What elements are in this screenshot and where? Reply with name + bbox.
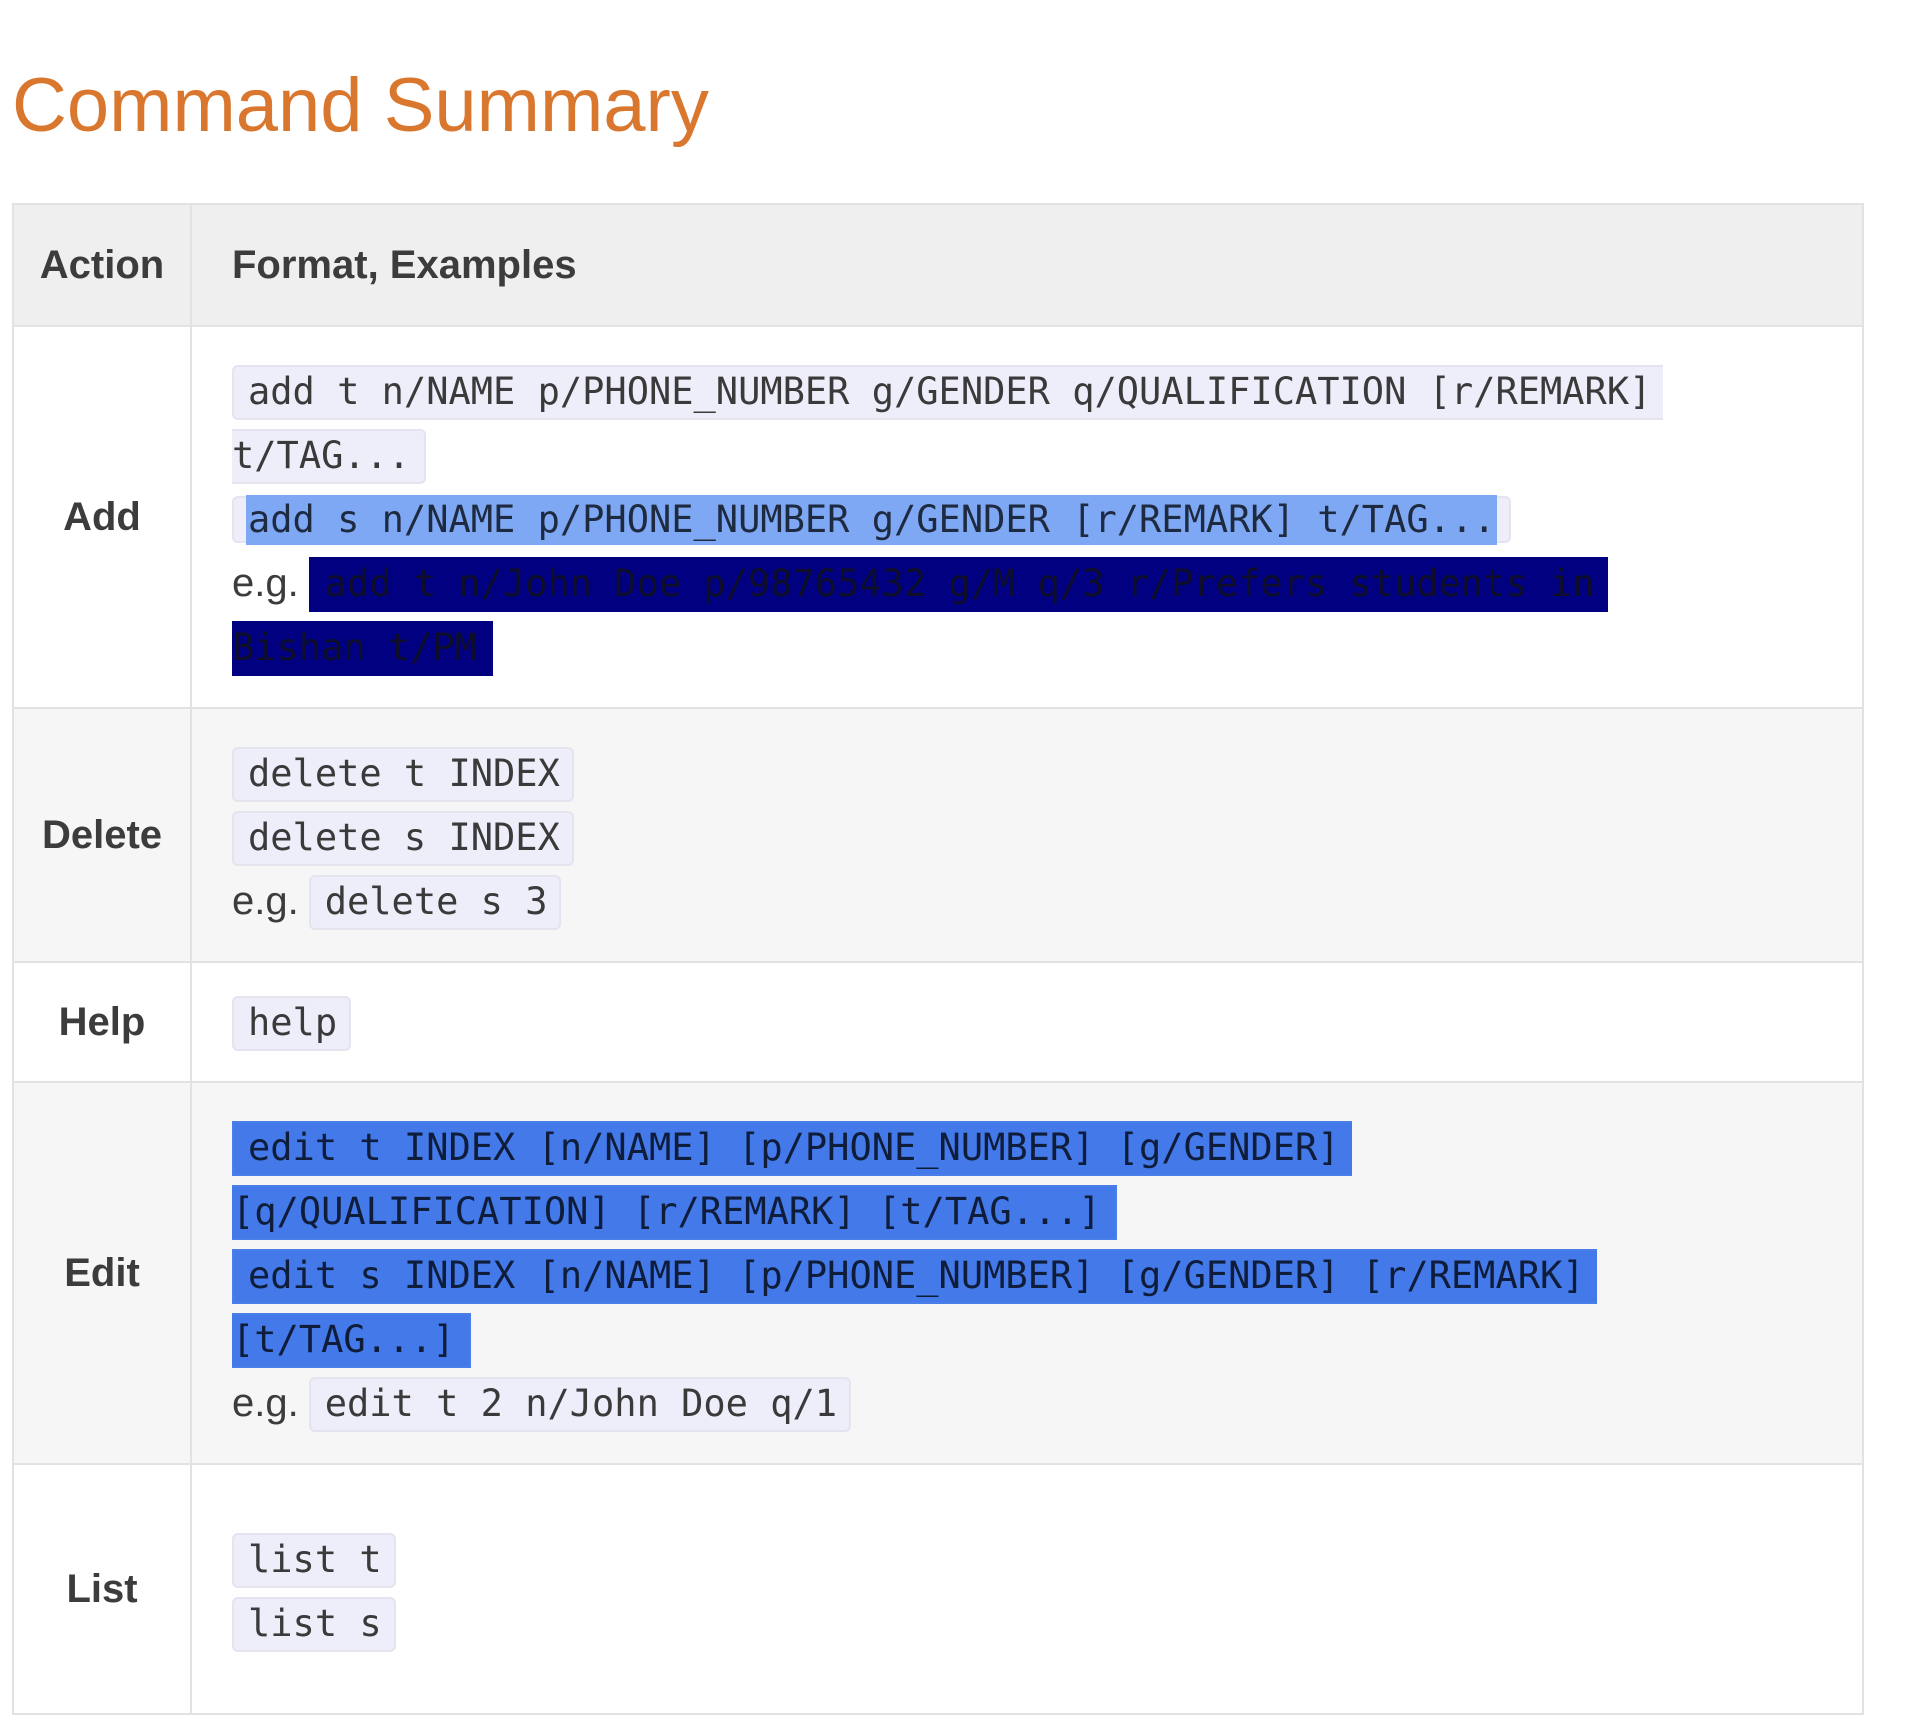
code-edit-teacher-format-cont[interactable]: [q/QUALIFICATION] [r/REMARK] [t/TAG...] — [232, 1185, 1117, 1240]
action-cell-add: Add — [12, 325, 192, 709]
format-cell-list: list t list s — [190, 1463, 1864, 1715]
page-title: Command Summary — [12, 63, 709, 148]
eg-label: e.g. — [232, 1381, 299, 1425]
code-edit-example[interactable]: edit t 2 n/John Doe q/1 — [308, 1377, 852, 1432]
command-summary-table: Action Format, Examples Add add t n/NAME… — [12, 203, 1864, 1715]
code-add-teacher-format-cont[interactable]: t/TAG... — [232, 429, 427, 484]
code-delete-teacher-format[interactable]: delete t INDEX — [232, 747, 574, 802]
code-help-format[interactable]: help — [232, 996, 352, 1051]
code-list-student-format[interactable]: list s — [232, 1597, 396, 1652]
table-row-list: List list t list s — [12, 1463, 1864, 1715]
code-edit-student-format-cont[interactable]: [t/TAG...] — [232, 1313, 471, 1368]
table-header-row: Action Format, Examples — [12, 203, 1864, 327]
column-header-format: Format, Examples — [190, 203, 1864, 327]
table-row-help: Help help — [12, 961, 1864, 1083]
action-cell-edit: Edit — [12, 1081, 192, 1465]
format-cell-delete: delete t INDEX delete s INDEX e.g. delete… — [190, 707, 1864, 963]
format-cell-add: add t n/NAME p/PHONE_NUMBER g/GENDER q/Q… — [190, 325, 1864, 709]
code-add-example[interactable]: add t n/John Doe p/98765432 g/M q/3 r/Pr… — [308, 557, 1609, 612]
eg-label: e.g. — [232, 561, 299, 605]
action-cell-delete: Delete — [12, 707, 192, 963]
code-delete-student-format[interactable]: delete s INDEX — [232, 811, 574, 866]
column-header-action: Action — [12, 203, 192, 327]
format-cell-help: help — [190, 961, 1864, 1083]
code-list-teacher-format[interactable]: list t — [232, 1533, 396, 1588]
code-add-example-cont[interactable]: Bishan t/PM — [232, 621, 494, 676]
code-add-teacher-format[interactable]: add t n/NAME p/PHONE_NUMBER g/GENDER q/Q… — [232, 365, 1664, 420]
action-cell-list: List — [12, 1463, 192, 1715]
action-cell-help: Help — [12, 961, 192, 1083]
code-add-student-format-wrapper[interactable]: add s n/NAME p/PHONE_NUMBER g/GENDER [r/… — [232, 495, 1512, 545]
code-add-student-format[interactable]: add s n/NAME p/PHONE_NUMBER g/GENDER [r/… — [246, 495, 1498, 545]
code-edit-teacher-format[interactable]: edit t INDEX [n/NAME] [p/PHONE_NUMBER] [… — [232, 1121, 1352, 1176]
table-row-add: Add add t n/NAME p/PHONE_NUMBER g/GENDER… — [12, 325, 1864, 709]
table-row-edit: Edit edit t INDEX [n/NAME] [p/PHONE_NUMB… — [12, 1081, 1864, 1465]
table-row-delete: Delete delete t INDEX delete s INDEX e.g… — [12, 707, 1864, 963]
format-cell-edit: edit t INDEX [n/NAME] [p/PHONE_NUMBER] [… — [190, 1081, 1864, 1465]
code-edit-student-format[interactable]: edit s INDEX [n/NAME] [p/PHONE_NUMBER] [… — [232, 1249, 1597, 1304]
code-delete-example[interactable]: delete s 3 — [308, 875, 562, 930]
eg-label: e.g. — [232, 879, 299, 923]
